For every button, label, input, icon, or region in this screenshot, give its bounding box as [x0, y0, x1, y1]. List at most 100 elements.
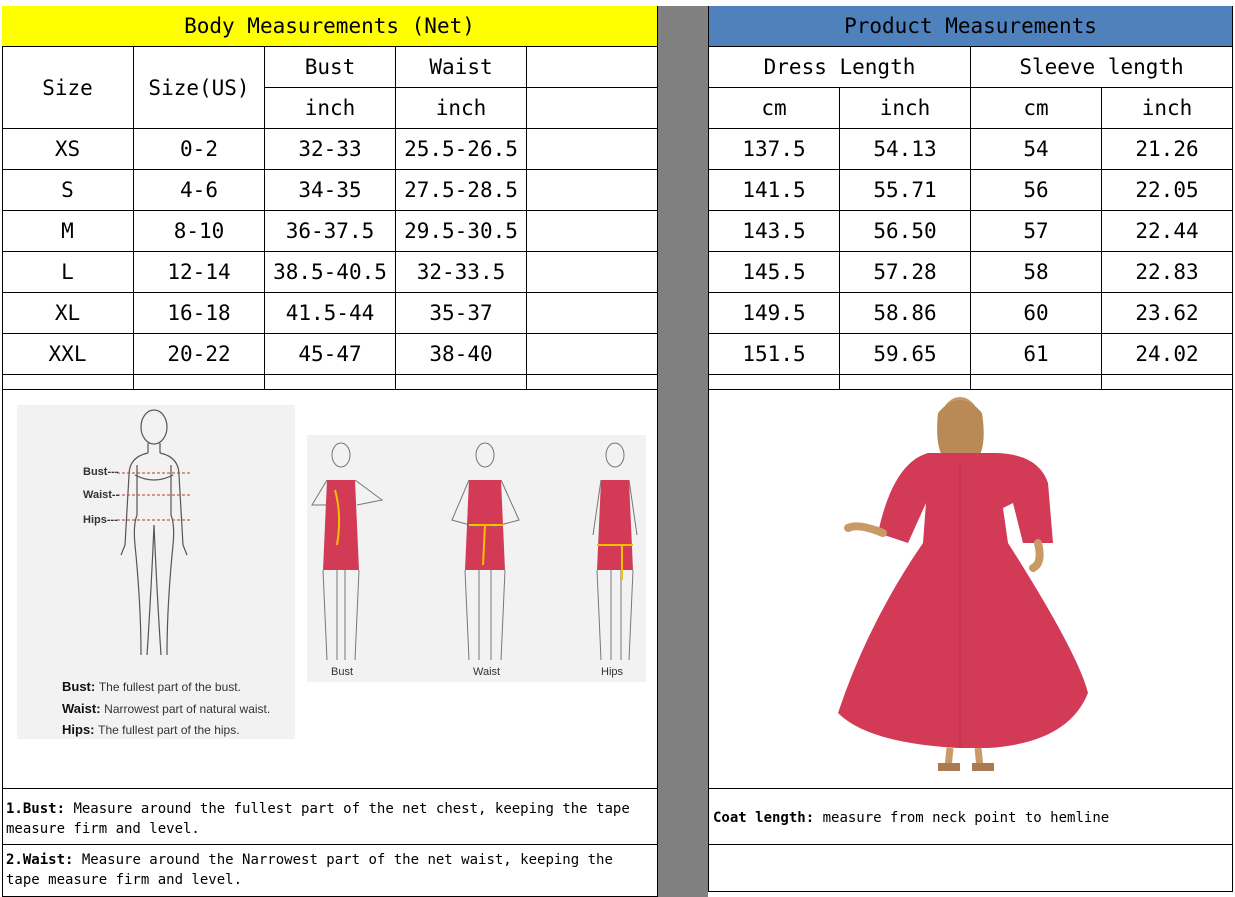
cell-dress-length-cm: 137.5	[708, 129, 840, 170]
cell-size-us: 12-14	[134, 252, 265, 293]
cell-dress-length-inch: 55.71	[840, 170, 971, 211]
cell-empty	[527, 293, 658, 334]
cell-bust: 45-47	[265, 334, 396, 375]
caption-hips: Hips	[601, 666, 624, 678]
cell-sleeve-length-inch: 21.26	[1102, 129, 1233, 170]
cell-size: XL	[2, 293, 134, 334]
note-bust: 1.Bust: Measure around the fullest part …	[2, 789, 658, 845]
cell-dress-length-cm: 149.5	[708, 293, 840, 334]
spacer-cell	[840, 375, 971, 390]
unit-dl-cm: cm	[708, 88, 840, 129]
cell-bust: 32-33	[265, 129, 396, 170]
cell-dress-length-inch: 54.13	[840, 129, 971, 170]
def-hips-label: Hips:	[62, 722, 95, 737]
spacer-cell	[2, 375, 134, 390]
cell-empty	[527, 170, 658, 211]
cell-bust: 41.5-44	[265, 293, 396, 334]
unit-sl-inch: inch	[1102, 88, 1233, 129]
cell-sleeve-length-inch: 24.02	[1102, 334, 1233, 375]
note-coat-text: measure from neck point to hemline	[822, 810, 1110, 826]
cell-waist: 35-37	[396, 293, 527, 334]
cell-bust: 34-35	[265, 170, 396, 211]
unit-waist: inch	[396, 88, 527, 129]
cell-waist: 32-33.5	[396, 252, 527, 293]
spacer-cell	[971, 375, 1102, 390]
cell-size-us: 0-2	[134, 129, 265, 170]
spacer-cell	[708, 375, 840, 390]
def-bust-text: The fullest part of the bust.	[98, 680, 241, 694]
note-coat-length: Coat length: measure from neck point to …	[708, 789, 1233, 845]
cell-waist: 27.5-28.5	[396, 170, 527, 211]
cell-dress-length-cm: 143.5	[708, 211, 840, 252]
cell-sleeve-length-inch: 22.83	[1102, 252, 1233, 293]
cell-dress-length-inch: 56.50	[840, 211, 971, 252]
col-waist-header: Waist	[396, 47, 527, 88]
dress-figures	[311, 442, 638, 661]
figure-bust	[311, 442, 384, 661]
dress-product-photo	[838, 397, 1088, 771]
product-table-title: Product Measurements	[708, 6, 1233, 47]
cell-sleeve-length-cm: 58	[971, 252, 1102, 293]
col-dress-length-header: Dress Length	[708, 47, 971, 88]
cell-waist: 38-40	[396, 334, 527, 375]
cell-sleeve-length-inch: 23.62	[1102, 293, 1233, 334]
cell-bust: 38.5-40.5	[265, 252, 396, 293]
column-divider	[657, 6, 708, 897]
note-empty-right	[708, 845, 1233, 892]
cell-size-us: 8-10	[134, 211, 265, 252]
caption-bust: Bust	[331, 666, 354, 678]
cell-size: XXL	[2, 334, 134, 375]
def-hips: Hips: The fullest part of the hips.	[62, 722, 240, 737]
cell-waist: 25.5-26.5	[396, 129, 527, 170]
cell-sleeve-length-cm: 61	[971, 334, 1102, 375]
def-hips-text: The fullest part of the hips.	[98, 723, 240, 737]
caption-waist: Waist	[473, 666, 501, 678]
marker-hips: Hips---	[83, 514, 118, 526]
empty-header-cell	[527, 47, 658, 88]
note-coat-label: Coat length:	[713, 810, 815, 826]
figure-hips	[592, 442, 638, 661]
cell-waist: 29.5-30.5	[396, 211, 527, 252]
marker-waist: Waist--	[83, 489, 120, 501]
body-table-title: Body Measurements (Net)	[2, 6, 658, 47]
cell-size-us: 16-18	[134, 293, 265, 334]
cell-size-us: 4-6	[134, 170, 265, 211]
unit-bust: inch	[265, 88, 396, 129]
note-bust-text: Measure around the fullest part of the n…	[6, 801, 630, 837]
note-waist: 2.Waist: Measure around the Narrowest pa…	[2, 845, 658, 897]
body-figure-outline	[117, 409, 192, 656]
spacer-cell	[396, 375, 527, 390]
def-bust: Bust: The fullest part of the bust.	[62, 679, 241, 694]
cell-size: L	[2, 252, 134, 293]
spacer-cell	[265, 375, 396, 390]
cell-dress-length-cm: 141.5	[708, 170, 840, 211]
spacer-cell	[134, 375, 265, 390]
cell-empty	[527, 129, 658, 170]
empty-unit-cell	[527, 88, 658, 129]
figure-waist	[451, 442, 520, 661]
cell-dress-length-inch: 59.65	[840, 334, 971, 375]
unit-dl-inch: inch	[840, 88, 971, 129]
def-waist-text: Narrowest part of natural waist.	[104, 702, 271, 716]
col-sleeve-length-header: Sleeve length	[971, 47, 1233, 88]
spacer-cell	[1102, 375, 1233, 390]
cell-dress-length-inch: 57.28	[840, 252, 971, 293]
cell-size: XS	[2, 129, 134, 170]
cell-sleeve-length-cm: 60	[971, 293, 1102, 334]
cell-size: M	[2, 211, 134, 252]
note-bust-label: 1.Bust:	[6, 801, 66, 817]
marker-bust: Bust---	[83, 466, 119, 478]
def-waist: Waist: Narrowest part of natural waist.	[62, 701, 270, 716]
cell-sleeve-length-cm: 57	[971, 211, 1102, 252]
cell-dress-length-cm: 151.5	[708, 334, 840, 375]
cell-empty	[527, 252, 658, 293]
note-waist-text: Measure around the Narrowest part of the…	[6, 852, 613, 888]
def-waist-label: Waist:	[62, 701, 101, 716]
cell-size: S	[2, 170, 134, 211]
note-waist-label: 2.Waist:	[6, 852, 74, 868]
cell-size-us: 20-22	[134, 334, 265, 375]
unit-sl-cm: cm	[971, 88, 1102, 129]
def-bust-label: Bust:	[62, 679, 96, 694]
cell-bust: 36-37.5	[265, 211, 396, 252]
col-bust-header: Bust	[265, 47, 396, 88]
